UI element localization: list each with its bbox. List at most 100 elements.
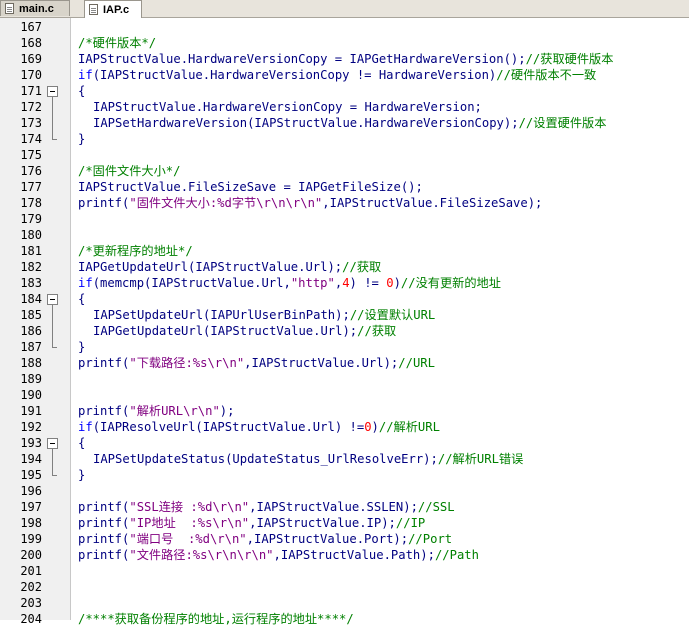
code-line[interactable]: 197 printf("SSL连接 :%d\r\n",IAPStructValue… <box>0 499 689 515</box>
code-text: IAPGetUpdateUrl(IAPStructValue.Url);//获取 <box>78 323 396 339</box>
code-line[interactable]: 202 <box>0 579 689 595</box>
c-file-icon <box>89 4 98 15</box>
code-line[interactable]: 186 IAPGetUpdateUrl(IAPStructValue.Url);/… <box>0 323 689 339</box>
code-line[interactable]: 181 /*更新程序的地址*/ <box>0 243 689 259</box>
code-token: "下载路径:%s\r\n" <box>129 356 245 370</box>
code-line[interactable]: 168 /*硬件版本*/ <box>0 35 689 51</box>
tab-iap-c[interactable]: IAP.c <box>84 0 142 18</box>
code-line[interactable]: 188 printf("下载路径:%s\r\n",IAPStructValue.U… <box>0 355 689 371</box>
code-line[interactable]: 189 <box>0 371 689 387</box>
code-text: printf("SSL连接 :%d\r\n",IAPStructValue.SS… <box>78 499 455 515</box>
line-number: 197 <box>20 500 42 514</box>
code-text: printf("解析URL\r\n"); <box>78 403 234 419</box>
code-token: (memcmp(IAPStructValue.Url, <box>92 276 291 290</box>
line-number: 200 <box>20 548 42 562</box>
code-token: //URL <box>398 356 435 370</box>
code-text: printf("IP地址 :%s\r\n",IAPStructValue.IP)… <box>78 515 425 531</box>
code-line[interactable]: 176 /*固件文件大小*/ <box>0 163 689 179</box>
code-token: ); <box>219 404 235 418</box>
code-token: printf( <box>78 548 130 562</box>
fold-collapse-icon[interactable] <box>47 435 58 451</box>
code-line[interactable]: 204 /****获取备份程序的地址,运行程序的地址****/ <box>0 611 689 627</box>
code-line[interactable]: 180 <box>0 227 689 243</box>
code-text: if(IAPResolveUrl(IAPStructValue.Url) !=0… <box>78 419 440 435</box>
editor-tab-bar: main.c IAP.c <box>0 0 689 18</box>
code-line[interactable]: 183 if(memcmp(IAPStructValue.Url,"http",4… <box>0 275 689 291</box>
code-line[interactable]: 172 IAPStructValue.HardwareVersionCopy = … <box>0 99 689 115</box>
tab-main-c[interactable]: main.c <box>0 0 70 16</box>
code-line[interactable]: 193 { <box>0 435 689 451</box>
fold-collapse-icon[interactable] <box>47 291 58 307</box>
code-line[interactable]: 190 <box>0 387 689 403</box>
code-line[interactable]: 182 IAPGetUpdateUrl(IAPStructValue.Url);/… <box>0 259 689 275</box>
code-line[interactable]: 184 { <box>0 291 689 307</box>
line-number: 194 <box>20 452 42 466</box>
code-line[interactable]: 185 IAPSetUpdateUrl(IAPUrlUserBinPath);//… <box>0 307 689 323</box>
code-token: /*固件文件大小*/ <box>78 164 181 178</box>
code-line[interactable]: 196 <box>0 483 689 499</box>
code-line[interactable]: 203 <box>0 595 689 611</box>
fold-end-marker <box>47 339 58 355</box>
fold-collapse-icon[interactable] <box>47 83 58 99</box>
code-token: IAPStructValue.FileSizeSave = IAPGetFile… <box>78 180 423 194</box>
code-text: /*固件文件大小*/ <box>78 163 180 179</box>
line-number: 195 <box>20 468 42 482</box>
code-token: //SSL <box>417 500 455 514</box>
code-text: printf("固件文件大小:%d字节\r\n\r\n",IAPStructVa… <box>78 195 542 211</box>
code-line[interactable]: 201 <box>0 563 689 579</box>
line-number: 174 <box>20 132 42 146</box>
code-line[interactable]: 198 printf("IP地址 :%s\r\n",IAPStructValue.… <box>0 515 689 531</box>
code-token: //解析URL错误 <box>437 452 524 466</box>
code-line[interactable]: 178 printf("固件文件大小:%d字节\r\n\r\n",IAPStruc… <box>0 195 689 211</box>
code-line[interactable]: 177 IAPStructValue.FileSizeSave = IAPGetF… <box>0 179 689 195</box>
line-number: 191 <box>20 404 42 418</box>
fold-end-marker <box>47 131 58 147</box>
code-token: "IP地址 :%s\r\n" <box>129 516 250 530</box>
code-line[interactable]: 200 printf("文件路径:%s\r\n\r\n",IAPStructVal… <box>0 547 689 563</box>
code-line[interactable]: 195} <box>0 467 689 483</box>
line-number: 187 <box>20 340 42 354</box>
code-line[interactable]: 167 <box>0 19 689 35</box>
code-line[interactable]: 175 <box>0 147 689 163</box>
code-line[interactable]: 170 if(IAPStructValue.HardwareVersionCopy… <box>0 67 689 83</box>
fold-guide-line <box>47 115 58 131</box>
code-token: IAPStructValue.HardwareVersionCopy = IAP… <box>78 52 526 66</box>
tab-label: main.c <box>19 2 54 15</box>
line-number: 189 <box>20 372 42 386</box>
code-text: IAPStructValue.HardwareVersionCopy = Har… <box>78 99 482 115</box>
code-line[interactable]: 173 IAPSetHardwareVersion(IAPStructValue.… <box>0 115 689 131</box>
code-line[interactable]: 169 IAPStructValue.HardwareVersionCopy = … <box>0 51 689 67</box>
code-token: ,IAPStructValue.Path); <box>273 548 435 562</box>
line-number: 192 <box>20 420 42 434</box>
code-token: ) <box>371 420 379 434</box>
code-line[interactable]: 187} <box>0 339 689 355</box>
code-token: if <box>78 276 93 290</box>
code-line[interactable]: 199 printf("端口号 :%d\r\n",IAPStructValue.P… <box>0 531 689 547</box>
code-token: //获取 <box>342 260 382 274</box>
code-token: printf( <box>78 196 130 210</box>
code-text: if(IAPStructValue.HardwareVersionCopy !=… <box>78 67 596 83</box>
code-line[interactable]: 191 printf("解析URL\r\n"); <box>0 403 689 419</box>
fold-guide-line <box>47 451 58 467</box>
code-token: } <box>78 468 86 482</box>
code-token: ,IAPStructValue.Port); <box>246 532 409 546</box>
code-line[interactable]: 179 <box>0 211 689 227</box>
line-number: 198 <box>20 516 42 530</box>
code-line[interactable]: 171 { <box>0 83 689 99</box>
line-number: 168 <box>20 36 42 50</box>
code-line[interactable]: 192 if(IAPResolveUrl(IAPStructValue.Url) … <box>0 419 689 435</box>
line-number: 178 <box>20 196 42 210</box>
code-token: //获取硬件版本 <box>525 52 614 66</box>
code-token: "SSL连接 :%d\r\n" <box>129 500 250 514</box>
line-number: 180 <box>20 228 42 242</box>
line-number: 199 <box>20 532 42 546</box>
line-number: 170 <box>20 68 42 82</box>
code-text: { <box>78 435 85 451</box>
line-number: 190 <box>20 388 42 402</box>
code-token: //没有更新的地址 <box>400 276 501 290</box>
code-token: ,IAPStructValue.SSLEN); <box>249 500 418 514</box>
code-token: ) != <box>349 276 387 290</box>
code-token: //设置硬件版本 <box>518 116 607 130</box>
code-line[interactable]: 194 IAPSetUpdateStatus(UpdateStatus_UrlRe… <box>0 451 689 467</box>
code-line[interactable]: 174} <box>0 131 689 147</box>
